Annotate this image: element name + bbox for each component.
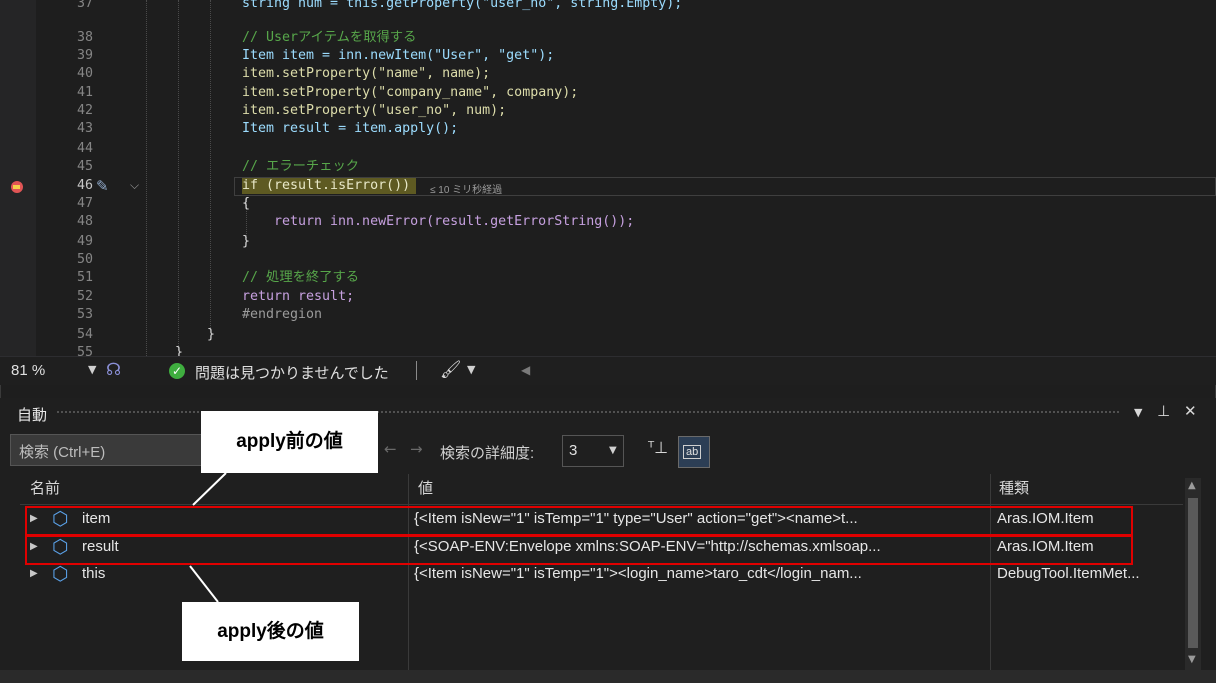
leader-line-before [192,472,227,506]
leader-line-after [189,565,219,603]
callout-leader-lines [189,472,227,603]
callout-before-apply: apply前の値 [201,411,378,473]
callout-after-apply: apply後の値 [182,602,359,661]
